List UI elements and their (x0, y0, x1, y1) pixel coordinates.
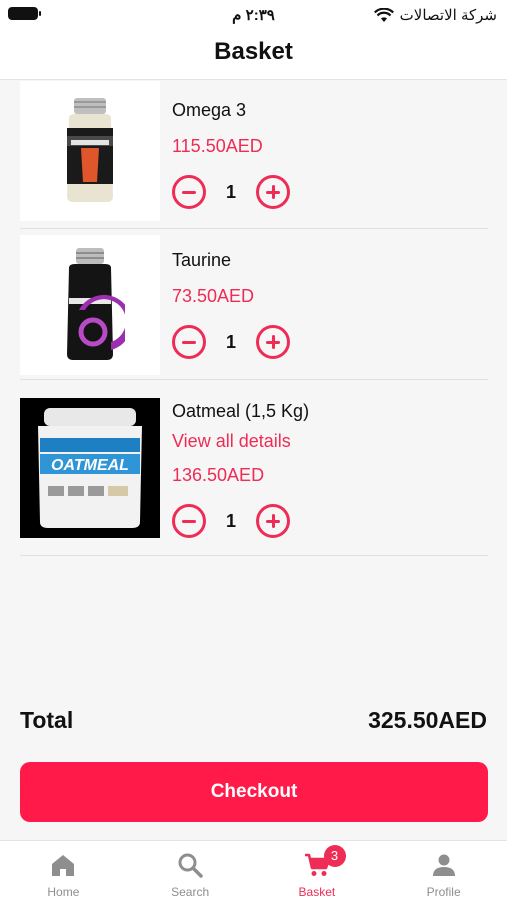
decrease-quantity-button[interactable] (172, 325, 206, 359)
item-price: 115.50AED (172, 136, 263, 156)
item-info: Oatmeal (1,5 Kg) View all details 136.50… (172, 381, 488, 538)
cart-count-badge: 3 (323, 845, 346, 867)
basket-item: Taurine 73.50AED 1 (20, 231, 488, 380)
carrier-name: شركة الاتصالات (399, 7, 497, 24)
home-icon (52, 855, 75, 876)
tab-search[interactable]: Search (127, 841, 254, 900)
increase-quantity-button[interactable] (256, 504, 290, 538)
quantity-value: 1 (225, 181, 236, 202)
status-carrier-group: شركة الاتصالات (373, 6, 497, 24)
checkout-button[interactable]: Checkout (20, 762, 488, 822)
basket-item: OATMEAL Oatmeal (1,5 Kg) View all detail… (20, 381, 488, 556)
tab-basket[interactable]: 3 Basket (254, 841, 381, 900)
search-icon (178, 853, 203, 878)
profile-icon (432, 854, 455, 876)
quantity-value: 1 (225, 331, 236, 352)
quantity-stepper: 1 (172, 325, 488, 359)
product-image[interactable] (20, 81, 160, 221)
increase-quantity-button[interactable] (256, 325, 290, 359)
omega3-bottle-icon (67, 98, 113, 202)
tab-label: Home (47, 885, 80, 899)
tab-label: Profile (426, 885, 461, 899)
oatmeal-tub-icon: OATMEAL (38, 408, 142, 528)
quantity-value: 1 (225, 510, 236, 531)
quantity-stepper: 1 (172, 175, 488, 209)
total-value: 325.50AED (368, 706, 487, 733)
svg-text:OATMEAL: OATMEAL (51, 457, 129, 474)
view-details-link[interactable]: View all details (172, 428, 488, 454)
item-price: 136.50AED (172, 465, 265, 485)
total-row: Total 325.50AED (20, 704, 487, 736)
item-name: Oatmeal (1,5 Kg) (172, 401, 310, 421)
status-bar: ٢:٣٩ م شركة الاتصالات (0, 0, 507, 30)
quantity-stepper: 1 (172, 504, 488, 538)
product-image[interactable]: OATMEAL (20, 398, 160, 538)
total-label: Total (20, 706, 74, 733)
wifi-icon (373, 7, 394, 22)
header: Basket (0, 30, 507, 80)
item-name: Omega 3 (172, 100, 247, 120)
item-info: Omega 3 115.50AED 1 (172, 81, 488, 209)
page-title: Basket (214, 38, 293, 65)
tab-bar: Home Search 3 Basket Profile (0, 840, 507, 900)
product-image[interactable] (20, 235, 160, 375)
tab-home[interactable]: Home (0, 841, 127, 900)
basket-item: Omega 3 115.50AED 1 (20, 81, 488, 229)
item-price: 73.50AED (172, 286, 255, 306)
item-name: Taurine (172, 250, 232, 270)
tab-label: Basket (298, 885, 336, 899)
item-info: Taurine 73.50AED 1 (172, 231, 488, 359)
decrease-quantity-button[interactable] (172, 175, 206, 209)
tab-label: Search (171, 885, 210, 899)
increase-quantity-button[interactable] (256, 175, 290, 209)
taurine-bottle-icon (67, 248, 125, 360)
tab-profile[interactable]: Profile (380, 841, 507, 900)
decrease-quantity-button[interactable] (172, 504, 206, 538)
